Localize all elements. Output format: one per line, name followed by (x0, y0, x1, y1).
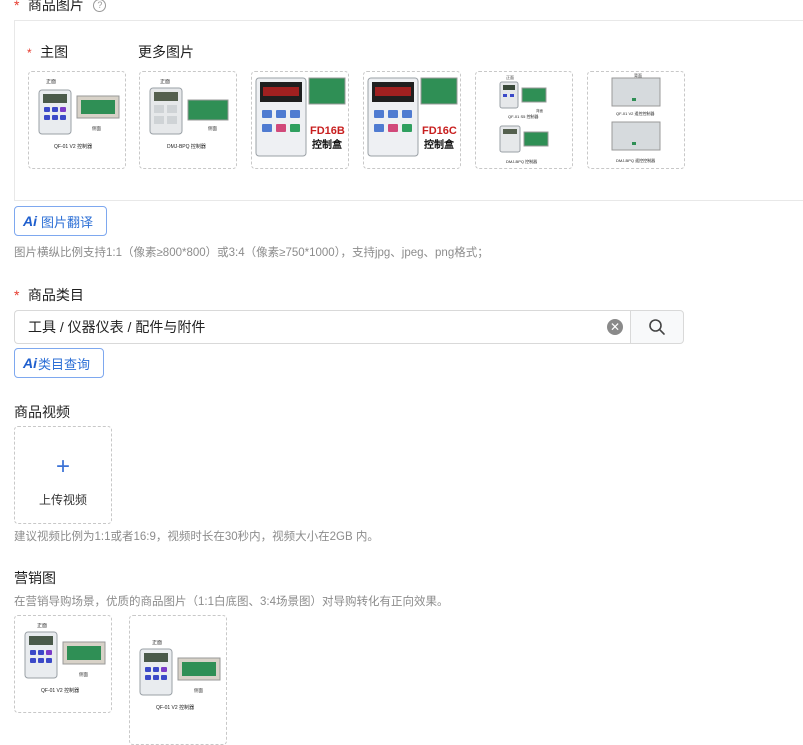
svg-text:侧面: 侧面 (79, 671, 88, 678)
category-query-button[interactable]: Ai 类目查询 (14, 348, 104, 378)
image-translate-label: 图片翻译 (41, 214, 94, 230)
more-image-thumbnail[interactable]: 正面 侧面 DMJ-BPQ 控制器 (139, 71, 237, 169)
main-image-label: 主图 (40, 44, 69, 60)
images-hint: 图片横纵比例支持1:1（像素≥800*800）或3:4（像素≥750*1000）… (14, 247, 489, 259)
more-images-label: 更多图片 (138, 44, 194, 60)
category-label: 商品类目 (27, 287, 84, 303)
required-mark: * (14, 0, 20, 13)
marketing-image-square[interactable]: 正面 侧面 QF-01 V2 控制器 (14, 615, 112, 713)
controller-photo: FD16B 控制盒 (255, 77, 346, 157)
more-image-thumbnail[interactable]: FD16C 控制盒 (363, 71, 461, 169)
plus-icon: + (55, 453, 70, 480)
svg-text:QF-01 V2 控制器: QF-01 V2 控制器 (156, 704, 194, 711)
svg-text:侧面: 侧面 (208, 125, 217, 132)
more-image-thumbnail[interactable]: FD16B 控制盒 (251, 71, 349, 169)
svg-text:背面: 背面 (634, 72, 642, 78)
category-query-label: 类目查询 (38, 356, 91, 372)
images-label-row: * 商品图片 ? (14, 0, 107, 15)
video-label: 商品视频 (14, 404, 70, 420)
svg-text:DMJ-BPQ 遥控控制器: DMJ-BPQ 遥控控制器 (616, 157, 655, 163)
controller-photo: 正面 背面 QF-01 S5 控制器 DMJ-BPQ 控制器 (499, 75, 549, 164)
controller-photo: 正面 侧面 QF-01 V2 控制器 (139, 640, 221, 711)
svg-text:正面: 正面 (506, 75, 514, 80)
main-image-thumbnail[interactable]: 正面 侧面 QF-01 V2 控制器 (28, 71, 126, 169)
svg-text:正面: 正面 (46, 79, 56, 85)
required-mark: * (14, 287, 20, 303)
upload-video-label: 上传视频 (38, 493, 87, 507)
controller-photo: 正面 侧面 QF-01 V2 控制器 (38, 79, 120, 150)
ai-icon: Ai (23, 213, 37, 229)
category-value: 工具 / 仪器仪表 / 配件与附件 (28, 319, 206, 335)
more-image-thumbnail[interactable]: 正面 背面 QF-01 S5 控制器 DMJ-BPQ 控制器 (475, 71, 573, 169)
required-mark: * (27, 46, 32, 60)
controller-photo: FD16C 控制盒 (367, 77, 458, 157)
search-icon (649, 319, 665, 335)
category-label-row: * 商品类目 (14, 285, 84, 305)
images-label: 商品图片 (27, 0, 84, 13)
svg-text:DMJ-BPQ 控制器: DMJ-BPQ 控制器 (167, 143, 206, 150)
svg-text:正面: 正面 (152, 640, 162, 646)
svg-text:控制盒: 控制盒 (312, 138, 343, 151)
svg-text:控制盒: 控制盒 (424, 138, 455, 151)
more-image-thumbnail[interactable]: 背面 QF-01 V2 遥控控制器 DMJ-BPQ 遥控控制器 (587, 71, 685, 169)
svg-text:正面: 正面 (160, 79, 170, 85)
category-input[interactable]: 工具 / 仪器仪表 / 配件与附件 ✕ (14, 310, 631, 344)
question-circle-icon[interactable]: ? (93, 0, 107, 12)
svg-text:FD16B: FD16B (310, 125, 345, 137)
svg-text:QF-01 S5 控制器: QF-01 S5 控制器 (508, 113, 538, 119)
marketing-image-portrait[interactable]: 正面 侧面 QF-01 V2 控制器 (129, 615, 227, 745)
clear-circle-icon[interactable]: ✕ (607, 319, 623, 335)
svg-text:背面: 背面 (536, 108, 544, 113)
video-hint: 建议视频比例为1:1或者16:9，视频时长在30秒内，视频大小在2GB 内。 (14, 531, 379, 543)
svg-text:QF-01 V2 控制器: QF-01 V2 控制器 (54, 143, 92, 150)
controller-photo: 正面 侧面 QF-01 V2 控制器 (24, 623, 106, 694)
marketing-hint: 在营销导购场景，优质的商品图片（1:1白底图、3:4场景图）对导购转化有正向效果… (14, 596, 449, 608)
svg-text:QF-01 V2 遥控控制器: QF-01 V2 遥控控制器 (616, 110, 654, 116)
category-search-button[interactable] (630, 310, 684, 344)
controller-photo: 背面 QF-01 V2 遥控控制器 DMJ-BPQ 遥控控制器 (611, 72, 661, 163)
main-image-label-row: * 主图 (27, 42, 68, 62)
svg-text:侧面: 侧面 (92, 125, 101, 132)
marketing-label: 营销图 (14, 570, 56, 586)
controller-photo: 正面 侧面 DMJ-BPQ 控制器 (149, 79, 229, 150)
svg-text:FD16C: FD16C (422, 125, 457, 137)
svg-text:正面: 正面 (37, 623, 47, 629)
svg-text:DMJ-BPQ 控制器: DMJ-BPQ 控制器 (506, 158, 537, 164)
svg-text:QF-01 V2 控制器: QF-01 V2 控制器 (41, 687, 79, 694)
upload-video-button[interactable]: + 上传视频 (14, 426, 112, 524)
svg-text:侧面: 侧面 (194, 687, 203, 694)
image-translate-button[interactable]: Ai 图片翻译 (14, 206, 107, 236)
ai-icon: Ai (23, 355, 37, 371)
